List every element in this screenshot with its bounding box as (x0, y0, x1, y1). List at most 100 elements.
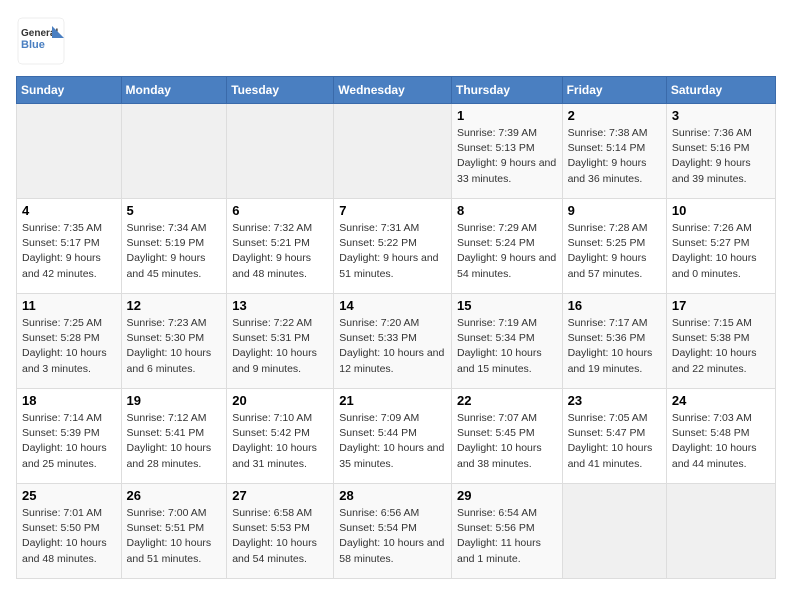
day-info: Sunrise: 7:14 AMSunset: 5:39 PMDaylight:… (22, 412, 107, 470)
calendar-cell (562, 484, 666, 579)
calendar-cell: 26 Sunrise: 7:00 AMSunset: 5:51 PMDaylig… (121, 484, 227, 579)
day-number: 15 (457, 298, 557, 313)
day-info: Sunrise: 7:36 AMSunset: 5:16 PMDaylight:… (672, 127, 752, 185)
calendar-cell: 21 Sunrise: 7:09 AMSunset: 5:44 PMDaylig… (334, 389, 452, 484)
day-header-friday: Friday (562, 77, 666, 104)
day-info: Sunrise: 7:15 AMSunset: 5:38 PMDaylight:… (672, 317, 757, 375)
calendar-week-row: 18 Sunrise: 7:14 AMSunset: 5:39 PMDaylig… (17, 389, 776, 484)
day-info: Sunrise: 7:10 AMSunset: 5:42 PMDaylight:… (232, 412, 317, 470)
day-header-monday: Monday (121, 77, 227, 104)
day-number: 3 (672, 108, 770, 123)
calendar-cell: 1 Sunrise: 7:39 AMSunset: 5:13 PMDayligh… (451, 104, 562, 199)
day-number: 21 (339, 393, 446, 408)
calendar-cell: 3 Sunrise: 7:36 AMSunset: 5:16 PMDayligh… (666, 104, 775, 199)
calendar-cell (121, 104, 227, 199)
calendar-cell: 20 Sunrise: 7:10 AMSunset: 5:42 PMDaylig… (227, 389, 334, 484)
calendar-week-row: 4 Sunrise: 7:35 AMSunset: 5:17 PMDayligh… (17, 199, 776, 294)
day-number: 11 (22, 298, 116, 313)
calendar-week-row: 1 Sunrise: 7:39 AMSunset: 5:13 PMDayligh… (17, 104, 776, 199)
calendar-cell: 19 Sunrise: 7:12 AMSunset: 5:41 PMDaylig… (121, 389, 227, 484)
days-header-row: SundayMondayTuesdayWednesdayThursdayFrid… (17, 77, 776, 104)
calendar-cell: 5 Sunrise: 7:34 AMSunset: 5:19 PMDayligh… (121, 199, 227, 294)
day-info: Sunrise: 7:23 AMSunset: 5:30 PMDaylight:… (127, 317, 212, 375)
day-number: 19 (127, 393, 222, 408)
calendar-week-row: 11 Sunrise: 7:25 AMSunset: 5:28 PMDaylig… (17, 294, 776, 389)
calendar-cell: 15 Sunrise: 7:19 AMSunset: 5:34 PMDaylig… (451, 294, 562, 389)
day-info: Sunrise: 7:22 AMSunset: 5:31 PMDaylight:… (232, 317, 317, 375)
day-info: Sunrise: 6:58 AMSunset: 5:53 PMDaylight:… (232, 507, 317, 565)
day-info: Sunrise: 7:19 AMSunset: 5:34 PMDaylight:… (457, 317, 542, 375)
calendar-cell: 17 Sunrise: 7:15 AMSunset: 5:38 PMDaylig… (666, 294, 775, 389)
calendar-cell: 13 Sunrise: 7:22 AMSunset: 5:31 PMDaylig… (227, 294, 334, 389)
logo-svg: General Blue (16, 16, 66, 66)
day-number: 22 (457, 393, 557, 408)
day-header-tuesday: Tuesday (227, 77, 334, 104)
day-number: 16 (568, 298, 661, 313)
day-info: Sunrise: 7:07 AMSunset: 5:45 PMDaylight:… (457, 412, 542, 470)
calendar-cell: 23 Sunrise: 7:05 AMSunset: 5:47 PMDaylig… (562, 389, 666, 484)
day-number: 10 (672, 203, 770, 218)
day-info: Sunrise: 7:32 AMSunset: 5:21 PMDaylight:… (232, 222, 312, 280)
day-number: 7 (339, 203, 446, 218)
calendar-cell: 6 Sunrise: 7:32 AMSunset: 5:21 PMDayligh… (227, 199, 334, 294)
calendar-cell: 25 Sunrise: 7:01 AMSunset: 5:50 PMDaylig… (17, 484, 122, 579)
calendar-cell: 8 Sunrise: 7:29 AMSunset: 5:24 PMDayligh… (451, 199, 562, 294)
day-info: Sunrise: 7:39 AMSunset: 5:13 PMDaylight:… (457, 127, 556, 185)
day-info: Sunrise: 6:56 AMSunset: 5:54 PMDaylight:… (339, 507, 444, 565)
calendar-cell: 22 Sunrise: 7:07 AMSunset: 5:45 PMDaylig… (451, 389, 562, 484)
calendar-cell (17, 104, 122, 199)
day-header-saturday: Saturday (666, 77, 775, 104)
calendar-cell: 2 Sunrise: 7:38 AMSunset: 5:14 PMDayligh… (562, 104, 666, 199)
day-info: Sunrise: 7:34 AMSunset: 5:19 PMDaylight:… (127, 222, 207, 280)
day-info: Sunrise: 7:17 AMSunset: 5:36 PMDaylight:… (568, 317, 653, 375)
day-info: Sunrise: 7:09 AMSunset: 5:44 PMDaylight:… (339, 412, 444, 470)
day-info: Sunrise: 7:29 AMSunset: 5:24 PMDaylight:… (457, 222, 556, 280)
calendar-header: SundayMondayTuesdayWednesdayThursdayFrid… (17, 77, 776, 104)
day-number: 20 (232, 393, 328, 408)
day-number: 28 (339, 488, 446, 503)
day-info: Sunrise: 7:38 AMSunset: 5:14 PMDaylight:… (568, 127, 648, 185)
day-header-wednesday: Wednesday (334, 77, 452, 104)
day-info: Sunrise: 7:31 AMSunset: 5:22 PMDaylight:… (339, 222, 438, 280)
day-number: 26 (127, 488, 222, 503)
day-number: 4 (22, 203, 116, 218)
calendar-week-row: 25 Sunrise: 7:01 AMSunset: 5:50 PMDaylig… (17, 484, 776, 579)
calendar-cell (666, 484, 775, 579)
day-info: Sunrise: 7:26 AMSunset: 5:27 PMDaylight:… (672, 222, 757, 280)
day-info: Sunrise: 7:03 AMSunset: 5:48 PMDaylight:… (672, 412, 757, 470)
day-info: Sunrise: 6:54 AMSunset: 5:56 PMDaylight:… (457, 507, 541, 565)
day-header-sunday: Sunday (17, 77, 122, 104)
day-info: Sunrise: 7:28 AMSunset: 5:25 PMDaylight:… (568, 222, 648, 280)
day-number: 13 (232, 298, 328, 313)
day-number: 6 (232, 203, 328, 218)
calendar-cell: 18 Sunrise: 7:14 AMSunset: 5:39 PMDaylig… (17, 389, 122, 484)
day-info: Sunrise: 7:12 AMSunset: 5:41 PMDaylight:… (127, 412, 212, 470)
day-info: Sunrise: 7:25 AMSunset: 5:28 PMDaylight:… (22, 317, 107, 375)
calendar-cell: 12 Sunrise: 7:23 AMSunset: 5:30 PMDaylig… (121, 294, 227, 389)
calendar-cell: 14 Sunrise: 7:20 AMSunset: 5:33 PMDaylig… (334, 294, 452, 389)
day-number: 5 (127, 203, 222, 218)
day-header-thursday: Thursday (451, 77, 562, 104)
day-number: 18 (22, 393, 116, 408)
day-info: Sunrise: 7:35 AMSunset: 5:17 PMDaylight:… (22, 222, 102, 280)
calendar-cell (334, 104, 452, 199)
day-number: 8 (457, 203, 557, 218)
day-number: 1 (457, 108, 557, 123)
day-info: Sunrise: 7:05 AMSunset: 5:47 PMDaylight:… (568, 412, 653, 470)
calendar-cell: 24 Sunrise: 7:03 AMSunset: 5:48 PMDaylig… (666, 389, 775, 484)
day-number: 17 (672, 298, 770, 313)
day-number: 27 (232, 488, 328, 503)
day-number: 29 (457, 488, 557, 503)
calendar-cell: 29 Sunrise: 6:54 AMSunset: 5:56 PMDaylig… (451, 484, 562, 579)
day-info: Sunrise: 7:00 AMSunset: 5:51 PMDaylight:… (127, 507, 212, 565)
day-info: Sunrise: 7:20 AMSunset: 5:33 PMDaylight:… (339, 317, 444, 375)
day-number: 24 (672, 393, 770, 408)
calendar-cell: 4 Sunrise: 7:35 AMSunset: 5:17 PMDayligh… (17, 199, 122, 294)
calendar-cell (227, 104, 334, 199)
day-number: 2 (568, 108, 661, 123)
day-number: 12 (127, 298, 222, 313)
calendar-cell: 9 Sunrise: 7:28 AMSunset: 5:25 PMDayligh… (562, 199, 666, 294)
calendar-cell: 7 Sunrise: 7:31 AMSunset: 5:22 PMDayligh… (334, 199, 452, 294)
calendar-cell: 27 Sunrise: 6:58 AMSunset: 5:53 PMDaylig… (227, 484, 334, 579)
svg-text:Blue: Blue (21, 39, 45, 51)
